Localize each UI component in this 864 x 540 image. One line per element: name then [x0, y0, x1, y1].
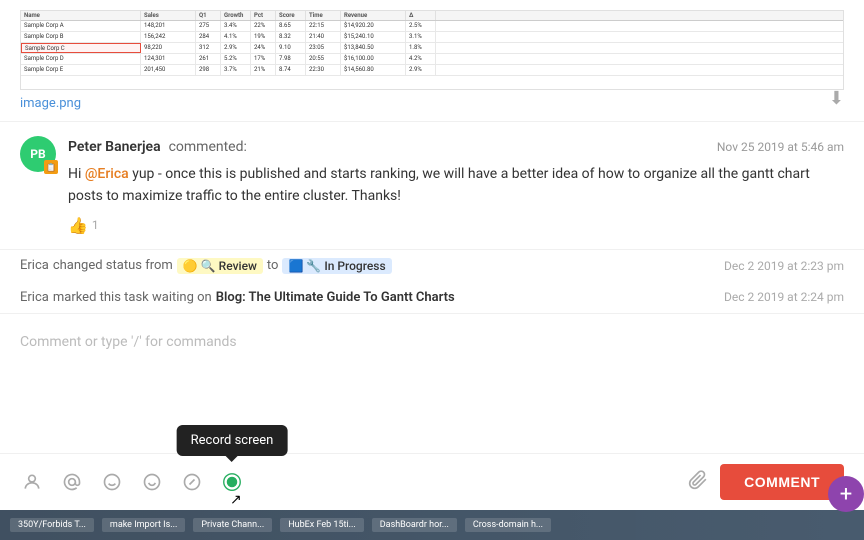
comment-toolbar: Record screen ↗ COMMENT	[0, 453, 864, 510]
status-to-chip: 🟦 🔧 In Progress	[282, 258, 391, 274]
attachment-icon[interactable]	[688, 470, 708, 495]
cursor-indicator: ↗	[230, 492, 242, 508]
activity-time-2: Dec 2 2019 at 2:24 pm	[724, 290, 844, 304]
comment-author-line: Peter Banerjea commented:	[68, 136, 247, 155]
comment-timestamp: Nov 25 2019 at 5:46 am	[717, 140, 844, 154]
taskbar-item[interactable]: Private Chann...	[193, 518, 272, 532]
activity-status-change: Erica changed status from 🟡 🔍 Review to …	[0, 250, 864, 282]
slash-icon[interactable]	[180, 470, 204, 494]
activity-user-1: Erica	[20, 258, 49, 273]
at-icon[interactable]	[60, 470, 84, 494]
commenter-name: Peter Banerjea	[68, 139, 161, 155]
comment-header: Peter Banerjea commented: Nov 25 2019 at…	[68, 136, 844, 155]
avatar-initials: PB	[30, 147, 45, 161]
record-screen-tooltip: Record screen	[177, 425, 288, 456]
comment-section: PB 📋 Peter Banerjea commented: Nov 25 20…	[0, 122, 864, 250]
comment-message: yup - once this is published and starts …	[68, 166, 810, 204]
mention-tag: @Erica	[85, 166, 129, 182]
commented-text: commented:	[169, 139, 247, 155]
task-link[interactable]: Blog: The Ultimate Guide To Gantt Charts	[216, 290, 455, 305]
toolbar-icons: Record screen ↗	[20, 470, 244, 494]
taskbar-item[interactable]: DashBoardr hor...	[372, 518, 457, 532]
like-button[interactable]: 👍	[68, 216, 88, 235]
activity-task-waiting: Erica marked this task waiting on Blog: …	[0, 282, 864, 313]
comment-input-area[interactable]: Comment or type '/' for commands	[0, 313, 864, 453]
taskbar-item[interactable]: HubEx Feb 15ti...	[280, 518, 364, 532]
avatar-badge: 📋	[44, 160, 58, 174]
add-button[interactable]: +	[828, 476, 864, 512]
taskbar-item[interactable]: Cross-domain h...	[465, 518, 551, 532]
taskbar-item[interactable]: make Import Is...	[102, 518, 185, 532]
record-screen-container: Record screen ↗	[220, 470, 244, 494]
like-count: 1	[92, 218, 99, 232]
activity-action-1: changed status from	[53, 258, 173, 273]
person-icon[interactable]	[20, 470, 44, 494]
taskbar-item[interactable]: 350Y/Forbids T...	[10, 518, 94, 532]
download-icon[interactable]: ⬇	[829, 88, 844, 109]
activity-text-1: Erica changed status from 🟡 🔍 Review to …	[20, 258, 392, 274]
comment-text: Hi @Erica yup - once this is published a…	[68, 163, 844, 208]
activity-action-2: marked this task waiting on	[53, 290, 212, 305]
activity-user-2: Erica	[20, 290, 49, 305]
smiley-icon[interactable]	[140, 470, 164, 494]
emoji-icon[interactable]	[100, 470, 124, 494]
spreadsheet-preview: Name Sales Q1 Growth Pct Score Time Reve…	[20, 10, 844, 90]
record-screen-icon[interactable]	[220, 470, 244, 494]
image-filename[interactable]: image.png	[20, 96, 844, 111]
activity-time-1: Dec 2 2019 at 2:23 pm	[724, 259, 844, 273]
avatar: PB 📋	[20, 136, 56, 172]
comment-body: Peter Banerjea commented: Nov 25 2019 at…	[68, 136, 844, 235]
taskbar: 350Y/Forbids T... make Import Is... Priv…	[0, 510, 864, 540]
main-container: Name Sales Q1 Growth Pct Score Time Reve…	[0, 0, 864, 540]
like-row: 👍 1	[68, 216, 844, 235]
image-section: Name Sales Q1 Growth Pct Score Time Reve…	[0, 0, 864, 122]
status-from-chip: 🟡 🔍 Review	[177, 258, 263, 274]
comment-input-placeholder[interactable]: Comment or type '/' for commands	[20, 330, 844, 354]
activity-text-2: Erica marked this task waiting on Blog: …	[20, 290, 455, 305]
comment-button[interactable]: COMMENT	[720, 464, 844, 500]
